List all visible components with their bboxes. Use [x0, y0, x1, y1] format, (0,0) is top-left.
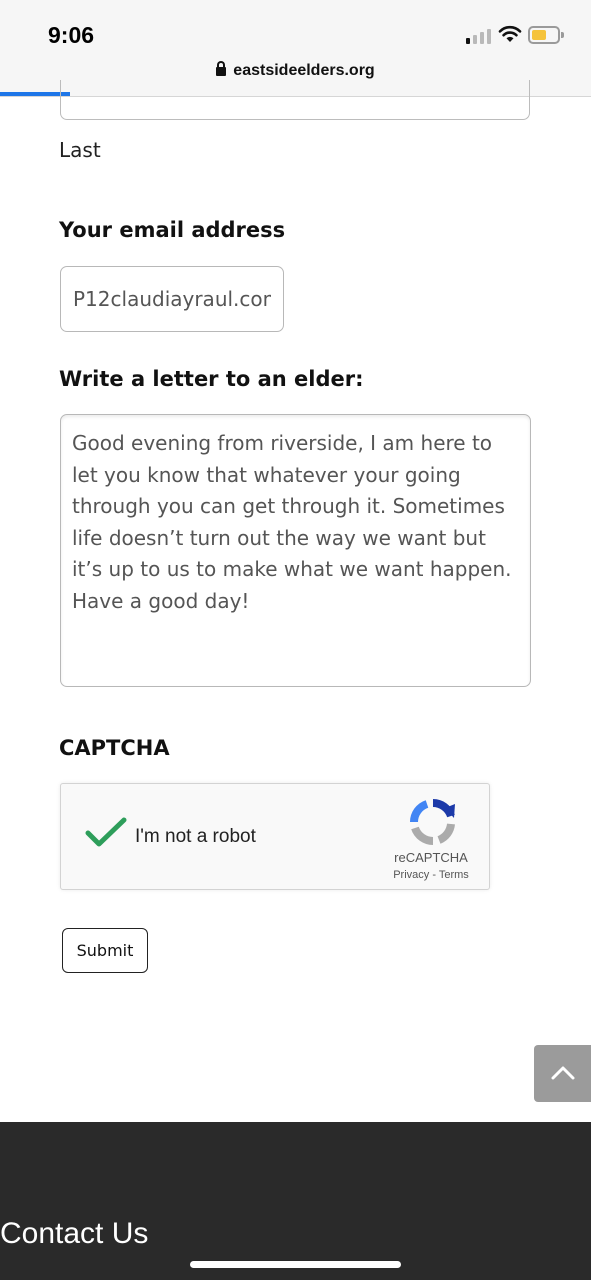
recaptcha-widget: I'm not a robot reCAPTCHA Privacy - Term…: [60, 783, 490, 890]
last-name-sublabel: Last: [59, 138, 101, 162]
submit-button[interactable]: Submit: [62, 928, 148, 973]
captcha-heading: CAPTCHA: [59, 736, 170, 760]
cellular-signal-icon: [466, 28, 492, 44]
last-name-input[interactable]: [60, 80, 530, 120]
email-field[interactable]: [60, 266, 284, 332]
lock-icon: [216, 61, 227, 76]
checkmark-icon[interactable]: [85, 816, 127, 848]
url-text: eastsideelders.org: [233, 62, 375, 79]
letter-textarea[interactable]: Good evening from riverside, I am here t…: [60, 414, 531, 687]
recaptcha-logo-icon: [410, 799, 455, 845]
email-label: Your email address: [59, 218, 286, 242]
wifi-icon: [498, 25, 522, 42]
footer-contact-heading: Contact Us: [0, 1217, 149, 1250]
recaptcha-privacy-terms[interactable]: Privacy - Terms: [371, 869, 491, 881]
chevron-up-icon: [551, 1066, 575, 1080]
home-indicator[interactable]: [190, 1261, 401, 1268]
letter-label: Write a letter to an elder:: [59, 367, 364, 391]
scroll-to-top-button[interactable]: [534, 1045, 591, 1102]
battery-level: [532, 30, 546, 40]
battery-icon: [528, 26, 564, 44]
status-time: 9:06: [48, 22, 95, 48]
recaptcha-brand: reCAPTCHA: [394, 850, 468, 865]
recaptcha-label: I'm not a robot: [135, 826, 256, 847]
address-bar[interactable]: eastsideelders.org: [0, 61, 591, 80]
site-footer: [0, 1122, 591, 1280]
